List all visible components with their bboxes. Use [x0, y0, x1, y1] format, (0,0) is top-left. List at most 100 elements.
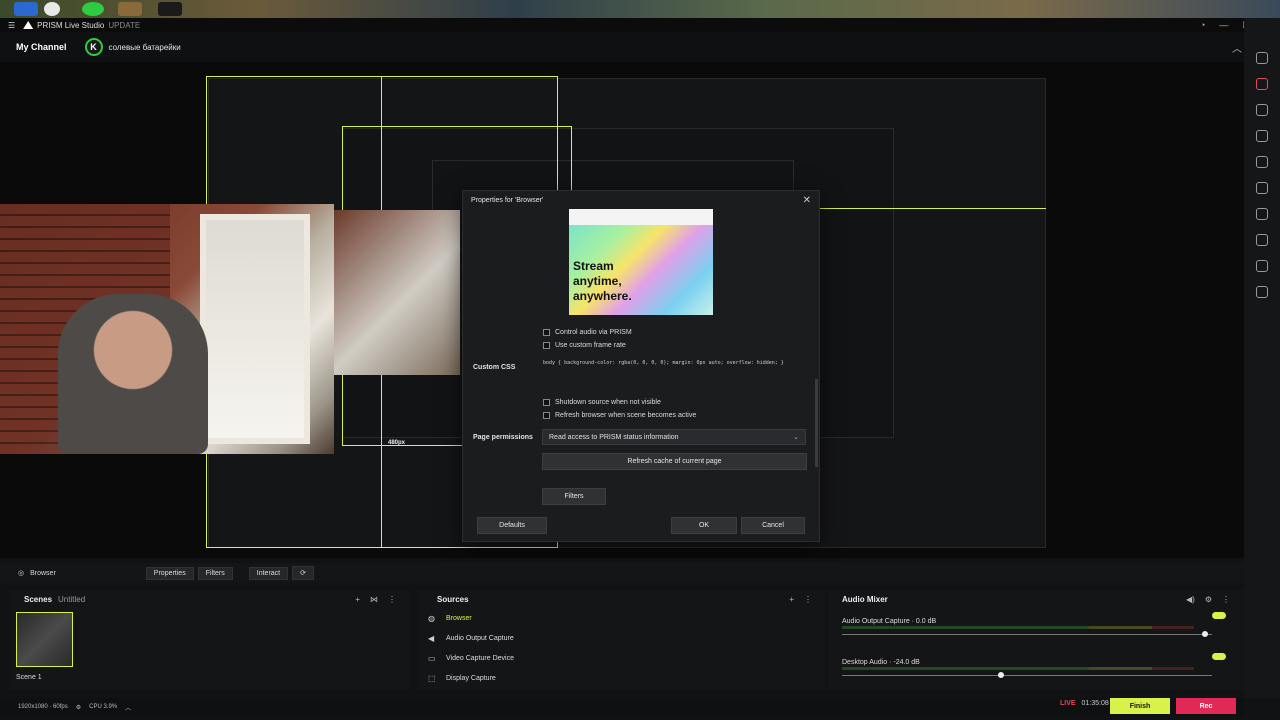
live-timer: LIVE 01:35:08 — [1060, 700, 1109, 707]
taskbar-obs-icon[interactable] — [44, 2, 60, 16]
source-item[interactable]: ◀ Audio Output Capture — [418, 628, 826, 648]
shutdown-source-row[interactable]: Shutdown source when not visible — [543, 399, 661, 406]
taskbar-app-icon[interactable] — [118, 2, 142, 16]
browser-source-icon: ◎ — [18, 570, 25, 577]
mixer-channel-label: Audio Output Capture · 0.0 dB — [842, 618, 937, 625]
layout-icon[interactable] — [1256, 130, 1268, 142]
browser-source-preview: Stream anytime, anywhere. — [569, 209, 713, 315]
audio-mixer-dock: Audio Mixer ◀) ⚙ ⋮ Audio Output Capture … — [828, 590, 1244, 690]
app-title: PRISM Live Studio — [37, 20, 105, 30]
ad-line-3: anywhere. — [573, 289, 632, 303]
defaults-button[interactable]: Defaults — [477, 517, 547, 534]
scenes-more-icon[interactable]: ⋮ — [388, 595, 396, 604]
shutdown-source-checkbox[interactable] — [543, 399, 550, 406]
webcam-feed — [0, 204, 334, 454]
source-item[interactable]: ◍ Browser — [418, 608, 826, 628]
refresh-cache-button[interactable]: Refresh cache of current page — [542, 453, 807, 470]
mixer-channel-label: Desktop Audio · -24.0 dB — [842, 659, 920, 666]
finish-button[interactable]: Finish — [1110, 698, 1170, 714]
channel-name: солевые батарейки — [108, 42, 181, 52]
scenes-dock: Scenes Untitled + ⋈ ⋮ Scene 1 — [10, 590, 410, 690]
timer-icon[interactable] — [1256, 286, 1268, 298]
volume-slider-knob[interactable] — [998, 672, 1005, 678]
chevron-up-icon[interactable]: ︿ — [1232, 40, 1242, 55]
camera-icon[interactable] — [1256, 104, 1268, 116]
notification-icon[interactable] — [1256, 78, 1268, 90]
source-label: Display Capture — [446, 674, 496, 682]
mixer-channel-toggle[interactable] — [1212, 653, 1226, 660]
ad-line-1: Stream — [573, 259, 614, 273]
globe-icon: ◍ — [428, 613, 435, 623]
minimize-icon[interactable]: — — [1219, 20, 1228, 31]
properties-button[interactable]: Properties — [145, 566, 194, 580]
source-item[interactable]: ▭ Video Capture Device — [418, 648, 826, 668]
add-source-icon[interactable]: + — [789, 595, 794, 604]
refresh-icon[interactable]: ⟳ — [292, 566, 314, 580]
add-scene-icon[interactable]: + — [355, 595, 360, 604]
volume-slider[interactable] — [842, 634, 1212, 635]
my-channel-label[interactable]: My Channel — [16, 42, 67, 52]
update-link[interactable]: UPDATE — [108, 21, 140, 30]
taskbar-folder-icon[interactable] — [14, 2, 38, 16]
elapsed-time: 01:35:08 — [1081, 700, 1109, 707]
control-audio-row[interactable]: Control audio via PRISM — [543, 329, 632, 336]
filters-button[interactable]: Filters — [542, 488, 606, 505]
chevron-up-icon[interactable]: ︿ — [125, 703, 131, 712]
menu-icon[interactable]: ☰ — [8, 21, 15, 30]
refresh-browser-label: Refresh browser when scene becomes activ… — [555, 412, 697, 419]
refresh-browser-checkbox[interactable] — [543, 412, 550, 419]
scene-label: Scene 1 — [16, 674, 42, 681]
right-rail — [1244, 18, 1280, 698]
channel-avatar[interactable]: K — [84, 38, 103, 56]
volume-slider-knob[interactable] — [1201, 631, 1208, 637]
custom-css-textarea[interactable]: body { background-color: rgba(0, 0, 0, 0… — [543, 359, 805, 381]
toolbar-source-name: Browser — [30, 569, 56, 577]
page-permissions-select[interactable]: Read access to PRISM status information … — [542, 429, 806, 445]
scenes-title: Scenes — [24, 594, 53, 604]
dialog-scrollbar[interactable] — [815, 379, 818, 467]
source-item[interactable]: ⬚ Display Capture — [418, 668, 826, 688]
image-icon[interactable] — [1256, 182, 1268, 194]
mixer-settings-icon[interactable]: ⚙ — [1205, 595, 1212, 604]
chat-icon[interactable] — [1256, 52, 1268, 64]
desktop-taskbar-strip — [0, 0, 1280, 18]
browser-properties-dialog: Properties for 'Browser' ✕ Stream anytim… — [462, 190, 820, 542]
refresh-browser-row[interactable]: Refresh browser when scene becomes activ… — [543, 412, 696, 419]
control-audio-checkbox[interactable] — [543, 329, 550, 336]
cancel-button[interactable]: Cancel — [741, 517, 805, 534]
volume-slider[interactable] — [842, 675, 1212, 676]
volume-meter — [842, 667, 1194, 670]
dialog-close-icon[interactable]: ✕ — [803, 195, 811, 206]
page-permissions-value: Read access to PRISM status information — [549, 433, 679, 441]
toolbar-filters-button[interactable]: Filters — [197, 566, 233, 580]
shutdown-source-label: Shutdown source when not visible — [555, 399, 661, 406]
scene-thumbnail[interactable] — [16, 612, 73, 667]
scene-transition-icon[interactable]: ⋈ — [370, 595, 378, 604]
copy-icon[interactable] — [1256, 156, 1268, 168]
text-icon[interactable] — [1256, 234, 1268, 246]
custom-frame-rate-row[interactable]: Use custom frame rate — [543, 342, 626, 349]
resolution-label: 480px — [388, 440, 406, 446]
mixer-title: Audio Mixer — [842, 594, 888, 604]
scene-collection-select[interactable]: Untitled — [58, 595, 85, 604]
mixer-more-icon[interactable]: ⋮ — [1222, 595, 1230, 604]
mixer-channel-toggle[interactable] — [1212, 612, 1226, 619]
profile-icon[interactable]: ◔ — [1200, 20, 1205, 31]
mixer-volume-icon[interactable]: ◀) — [1186, 595, 1195, 604]
ok-button[interactable]: OK — [671, 517, 737, 534]
taskbar-prism-icon[interactable] — [82, 2, 104, 16]
sticker-icon[interactable] — [1256, 208, 1268, 220]
source-toolbar: ◎ Browser Properties Filters Interact ⟳ — [0, 563, 1244, 583]
channel-bar: My Channel K солевые батарейки ︿ — [0, 32, 1280, 62]
rec-button[interactable]: Rec — [1176, 698, 1236, 714]
sources-more-icon[interactable]: ⋮ — [804, 595, 812, 604]
dialog-title: Properties for 'Browser' — [471, 196, 544, 204]
source-label: Audio Output Capture — [446, 634, 514, 642]
custom-frame-rate-checkbox[interactable] — [543, 342, 550, 349]
taskbar-terminal-icon[interactable] — [158, 2, 182, 16]
music-icon[interactable] — [1256, 260, 1268, 272]
interact-button[interactable]: Interact — [248, 566, 289, 580]
settings-icon[interactable]: ⚙ — [76, 704, 81, 711]
volume-meter — [842, 626, 1194, 629]
page-permissions-label: Page permissions — [473, 434, 533, 441]
